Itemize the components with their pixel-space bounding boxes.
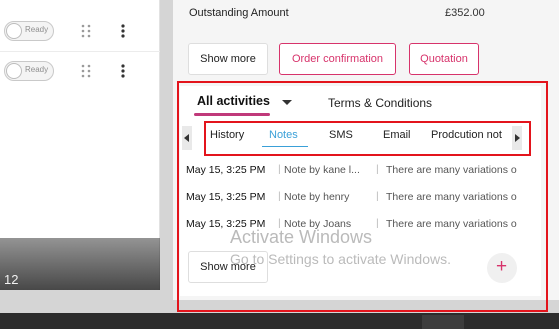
kebab-menu-icon[interactable] xyxy=(118,23,128,39)
left-panel: Ready Ready 12 xyxy=(0,0,160,290)
status-label: Ready xyxy=(25,65,49,74)
outstanding-value: £352.00 xyxy=(445,7,485,19)
taskbar-item[interactable] xyxy=(422,315,464,329)
bottom-taskbar xyxy=(0,313,559,329)
status-label: Ready xyxy=(25,25,49,34)
toggle-knob xyxy=(6,23,22,39)
show-more-button[interactable]: Show more xyxy=(188,43,268,75)
toggle-knob xyxy=(6,63,22,79)
outstanding-amount-row: Outstanding Amount £352.00 xyxy=(173,0,523,30)
drag-handle-icon[interactable] xyxy=(80,63,92,79)
left-panel-footer xyxy=(0,238,160,290)
quotation-button[interactable]: Quotation xyxy=(409,43,479,75)
page-number: 12 xyxy=(4,272,19,287)
highlight-box-subtabs xyxy=(204,121,531,156)
order-confirmation-button[interactable]: Order confirmation xyxy=(279,43,396,75)
list-row: Ready xyxy=(0,52,160,92)
status-toggle[interactable]: Ready xyxy=(4,21,54,41)
kebab-menu-icon[interactable] xyxy=(118,63,128,79)
status-toggle[interactable]: Ready xyxy=(4,61,54,81)
highlight-box-activity xyxy=(177,81,548,312)
list-row: Ready xyxy=(0,12,160,52)
outstanding-label: Outstanding Amount xyxy=(189,7,289,19)
drag-handle-icon[interactable] xyxy=(80,23,92,39)
